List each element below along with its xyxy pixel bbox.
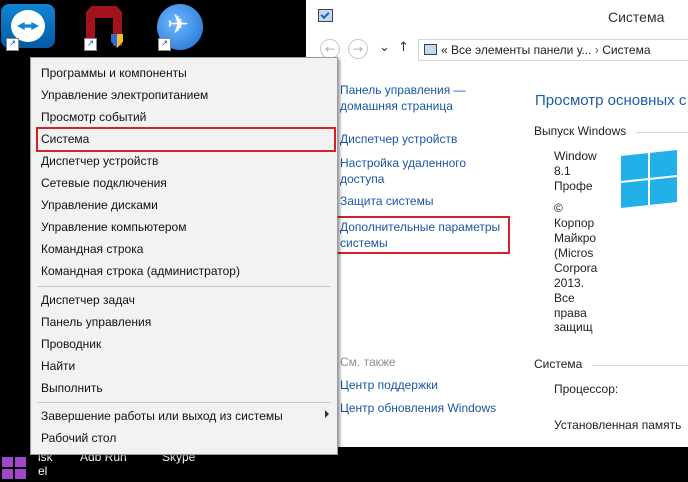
copyright-line: 2013. xyxy=(554,276,585,290)
menu-item-task-manager[interactable]: Диспетчер задач xyxy=(41,293,135,307)
breadcrumb-all-items[interactable]: Все элементы панели у... xyxy=(451,43,591,57)
dropdown-icon[interactable]: ⌄ xyxy=(379,40,390,55)
menu-item-event-viewer[interactable]: Просмотр событий xyxy=(41,110,146,124)
menu-item-explorer[interactable]: Проводник xyxy=(41,337,101,351)
menu-item-desktop[interactable]: Рабочий стол xyxy=(41,431,116,445)
copyright-line: Corpora xyxy=(554,261,598,275)
copyright-line: Корпор xyxy=(554,216,595,230)
copyright-line: Все xyxy=(554,291,575,305)
start-button[interactable] xyxy=(2,457,26,479)
submenu-arrow-icon xyxy=(325,410,329,418)
menu-separator xyxy=(37,402,331,403)
sidebar-link-home[interactable]: Панель управления — домашняя страница xyxy=(340,82,480,114)
divider xyxy=(592,365,688,366)
shortcut-arrow-icon: ↗ xyxy=(158,38,171,51)
edition-line: Window xyxy=(554,149,597,163)
system-window: Система ← → ⌄ ↑ « Все элементы панели у.… xyxy=(306,0,688,447)
forward-button[interactable]: → xyxy=(348,39,368,59)
system-section-label: Система xyxy=(534,357,583,371)
sidebar-link-windows-update[interactable]: Центр обновления Windows xyxy=(340,400,496,416)
sidebar-link-action-center[interactable]: Центр поддержки xyxy=(340,377,438,393)
menu-item-computer-management[interactable]: Управление компьютером xyxy=(41,220,186,234)
menu-item-command-prompt-admin[interactable]: Командная строка (администратор) xyxy=(41,264,240,278)
system-icon xyxy=(318,9,333,22)
menu-item-run[interactable]: Выполнить xyxy=(41,381,103,395)
navigation-bar: ← → ⌄ ↑ « Все элементы панели у... › Сис… xyxy=(306,32,688,66)
menu-item-programs[interactable]: Программы и компоненты xyxy=(41,66,187,80)
control-panel-icon xyxy=(424,44,437,55)
back-button[interactable]: ← xyxy=(320,39,340,59)
menu-item-disk-management[interactable]: Управление дисками xyxy=(41,198,158,212)
breadcrumb: « Все элементы панели у... › Система xyxy=(441,43,651,57)
menu-item-shutdown[interactable]: Завершение работы или выход из системы xyxy=(41,409,283,423)
sidebar-link-protection[interactable]: Защита системы xyxy=(340,193,500,209)
menu-item-search[interactable]: Найти xyxy=(41,359,75,373)
copyright-line: защищ xyxy=(554,320,593,334)
copyright-line: © xyxy=(554,201,563,215)
sidebar-link-remote[interactable]: Настройка удаленного доступа xyxy=(340,155,480,187)
divider xyxy=(636,132,688,133)
winx-context-menu: Программы и компоненты Управление электр… xyxy=(30,57,338,455)
address-bar[interactable]: « Все элементы панели у... › Система xyxy=(418,39,688,61)
copyright-line: (Micros xyxy=(554,246,594,260)
breadcrumb-system[interactable]: Система xyxy=(602,43,650,57)
breadcrumb-separator: « xyxy=(441,43,448,57)
copyright-line: Майкро xyxy=(554,231,597,245)
desktop-label-partial: el xyxy=(38,464,48,478)
edition-label: Выпуск Windows xyxy=(534,124,627,138)
processor-label: Процессор: xyxy=(554,382,619,396)
see-also-heading: См. также xyxy=(340,355,396,369)
up-button[interactable]: ↑ xyxy=(398,40,409,55)
shortcut-arrow-icon: ↗ xyxy=(6,38,19,51)
title-bar[interactable]: Система xyxy=(306,0,688,32)
menu-item-command-prompt[interactable]: Командная строка xyxy=(41,242,143,256)
menu-item-device-manager[interactable]: Диспетчер устройств xyxy=(41,154,158,168)
menu-item-control-panel[interactable]: Панель управления xyxy=(41,315,151,329)
breadcrumb-arrow-icon: › xyxy=(594,43,599,57)
sidebar-link-device-manager[interactable]: Диспетчер устройств xyxy=(340,131,500,147)
edition-line: 8.1 xyxy=(554,164,571,178)
page-heading: Просмотр основных с xyxy=(535,92,687,109)
highlight-advanced-settings xyxy=(334,216,510,254)
edition-line: Профе xyxy=(554,179,593,193)
shortcut-arrow-icon: ↗ xyxy=(84,38,97,51)
windows-logo-icon xyxy=(621,150,677,208)
menu-item-network[interactable]: Сетевые подключения xyxy=(41,176,167,190)
ram-label: Установленная память xyxy=(554,418,682,432)
menu-item-power[interactable]: Управление электропитанием xyxy=(41,88,208,102)
window-title: Система xyxy=(608,9,665,25)
menu-separator xyxy=(37,286,331,287)
copyright-line: права xyxy=(554,306,587,320)
highlight-system-item xyxy=(36,127,336,152)
